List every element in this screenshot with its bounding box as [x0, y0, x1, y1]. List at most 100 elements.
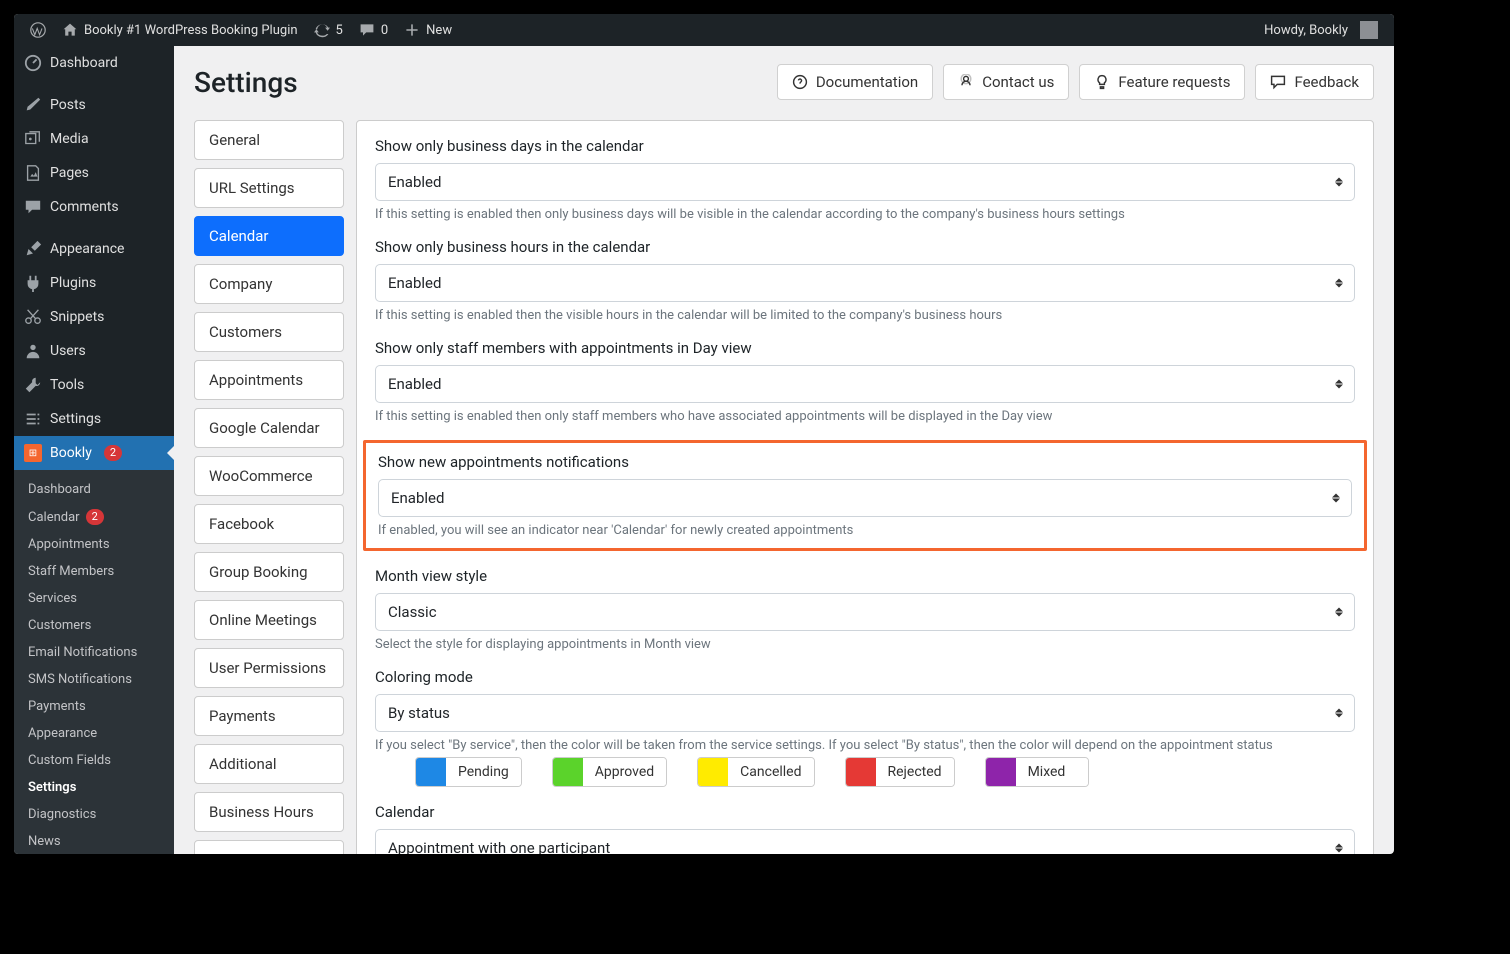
howdy-label: Howdy, Bookly: [1264, 23, 1348, 38]
status-chip[interactable]: Cancelled: [697, 757, 814, 787]
coloring-select[interactable]: By status: [375, 694, 1355, 732]
submenu-item[interactable]: Appointments: [14, 531, 174, 558]
avatar-icon: [1360, 21, 1378, 39]
chevron-icon: [1335, 275, 1343, 292]
chevron-icon: [1332, 490, 1340, 507]
field-help: If enabled, you will see an indicator ne…: [378, 523, 1352, 538]
status-label: Approved: [583, 758, 666, 786]
menu-bookly[interactable]: ⊞Bookly2: [14, 436, 174, 470]
submenu-item[interactable]: Services: [14, 585, 174, 612]
settings-tab[interactable]: Group Booking: [194, 552, 344, 592]
menu-appearance[interactable]: Appearance: [14, 232, 174, 266]
status-chip[interactable]: Rejected: [845, 757, 955, 787]
settings-tab[interactable]: Facebook: [194, 504, 344, 544]
settings-tab[interactable]: WooCommerce: [194, 456, 344, 496]
contact-button[interactable]: Contact us: [943, 64, 1069, 100]
submenu-item[interactable]: Payments: [14, 693, 174, 720]
status-label: Rejected: [876, 758, 954, 786]
field-help: If this setting is enabled then the visi…: [375, 308, 1355, 323]
settings-tab[interactable]: Company: [194, 264, 344, 304]
badge: 2: [86, 509, 104, 525]
settings-tab[interactable]: Payments: [194, 696, 344, 736]
chevron-icon: [1335, 705, 1343, 722]
chevron-icon: [1335, 376, 1343, 393]
submenu-item[interactable]: Staff Members: [14, 558, 174, 585]
submenu-item[interactable]: Customers: [14, 612, 174, 639]
menu-snippets[interactable]: Snippets: [14, 300, 174, 334]
field-label: Show only business hours in the calendar: [375, 238, 1355, 256]
submenu-item[interactable]: Diagnostics: [14, 801, 174, 828]
month-style-select[interactable]: Classic: [375, 593, 1355, 631]
menu-dashboard[interactable]: Dashboard: [14, 46, 174, 80]
account-link[interactable]: Howdy, Bookly: [1256, 14, 1386, 46]
submenu-item[interactable]: Calendar2: [14, 503, 174, 531]
field-label: Month view style: [375, 567, 1355, 585]
status-chip[interactable]: Approved: [552, 757, 667, 787]
color-swatch: [553, 758, 583, 786]
page-title: Settings: [194, 66, 298, 99]
settings-tab[interactable]: Calendar: [194, 216, 344, 256]
settings-tab[interactable]: Customers: [194, 312, 344, 352]
status-chip[interactable]: Pending: [415, 757, 522, 787]
business-days-select[interactable]: Enabled: [375, 163, 1355, 201]
status-chip[interactable]: Mixed: [985, 757, 1089, 787]
comments-count: 0: [381, 23, 388, 38]
menu-media[interactable]: Media: [14, 122, 174, 156]
staff-day-select[interactable]: Enabled: [375, 365, 1355, 403]
documentation-button[interactable]: Documentation: [777, 64, 933, 100]
feedback-button[interactable]: Feedback: [1255, 64, 1374, 100]
color-swatch: [698, 758, 728, 786]
comments-link[interactable]: 0: [351, 14, 396, 46]
new-notifications-select[interactable]: Enabled: [378, 479, 1352, 517]
status-label: Pending: [446, 758, 521, 786]
updates-count: 5: [336, 23, 343, 38]
status-label: Mixed: [1016, 758, 1088, 786]
wp-logo[interactable]: [22, 14, 54, 46]
settings-tab[interactable]: Holidays: [194, 840, 344, 854]
field-label: Calendar: [375, 803, 1355, 821]
field-label: Show new appointments notifications: [378, 453, 1352, 471]
bookly-badge: 2: [104, 445, 122, 461]
submenu-item[interactable]: Custom Fields: [14, 747, 174, 774]
status-label: Cancelled: [728, 758, 813, 786]
settings-tab[interactable]: Appointments: [194, 360, 344, 400]
new-link[interactable]: New: [396, 14, 460, 46]
business-hours-select[interactable]: Enabled: [375, 264, 1355, 302]
field-help: Select the style for displaying appointm…: [375, 637, 1355, 652]
menu-users[interactable]: Users: [14, 334, 174, 368]
submenu-item[interactable]: Dashboard: [14, 476, 174, 503]
menu-pages[interactable]: Pages: [14, 156, 174, 190]
new-label: New: [426, 23, 452, 38]
submenu-item[interactable]: Settings: [14, 774, 174, 801]
submenu-item[interactable]: Email Notifications: [14, 639, 174, 666]
submenu-item[interactable]: Appearance: [14, 720, 174, 747]
submenu-item[interactable]: News: [14, 828, 174, 854]
site-link[interactable]: Bookly #1 WordPress Booking Plugin: [54, 14, 306, 46]
calendar-select[interactable]: Appointment with one participant: [375, 829, 1355, 854]
menu-comments[interactable]: Comments: [14, 190, 174, 224]
color-swatch: [986, 758, 1016, 786]
menu-posts[interactable]: Posts: [14, 88, 174, 122]
menu-settings[interactable]: Settings: [14, 402, 174, 436]
bookly-submenu: DashboardCalendar2AppointmentsStaff Memb…: [14, 470, 174, 854]
color-swatch: [846, 758, 876, 786]
settings-tab[interactable]: URL Settings: [194, 168, 344, 208]
field-help: If this setting is enabled then only bus…: [375, 207, 1355, 222]
settings-tab[interactable]: Online Meetings: [194, 600, 344, 640]
settings-tab[interactable]: Google Calendar: [194, 408, 344, 448]
settings-tab[interactable]: General: [194, 120, 344, 160]
field-help: If you select "By service", then the col…: [375, 738, 1355, 753]
site-name: Bookly #1 WordPress Booking Plugin: [84, 23, 298, 38]
updates[interactable]: 5: [306, 14, 351, 46]
chevron-icon: [1335, 840, 1343, 855]
chevron-icon: [1335, 174, 1343, 191]
settings-tab[interactable]: Business Hours: [194, 792, 344, 832]
submenu-item[interactable]: SMS Notifications: [14, 666, 174, 693]
feature-button[interactable]: Feature requests: [1079, 64, 1245, 100]
settings-tab[interactable]: Additional: [194, 744, 344, 784]
menu-plugins[interactable]: Plugins: [14, 266, 174, 300]
settings-tab[interactable]: User Permissions: [194, 648, 344, 688]
menu-tools[interactable]: Tools: [14, 368, 174, 402]
field-help: If this setting is enabled then only sta…: [375, 409, 1355, 424]
field-label: Show only business days in the calendar: [375, 137, 1355, 155]
